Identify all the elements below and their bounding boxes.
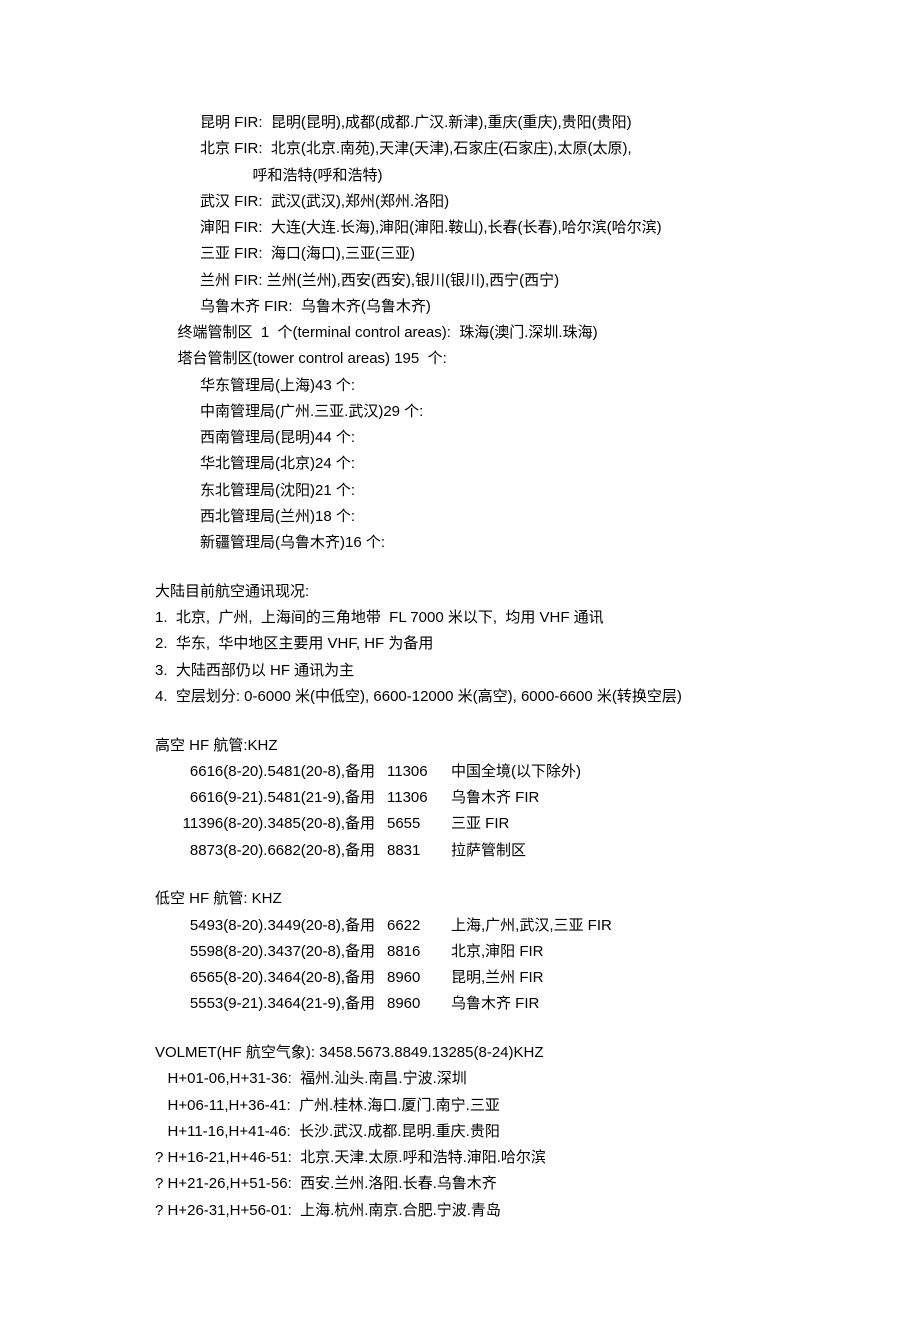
freq-col2: 11306: [387, 759, 451, 785]
freq-col2: 8960: [387, 965, 451, 991]
terminal-line: 终端管制区 1 个(terminal control areas): 珠海(澳门…: [155, 320, 765, 346]
freq-row: 5493(8-20).3449(20-8),备用 6622 上海,广州,武汉,三…: [155, 913, 765, 939]
freq-col3: 拉萨管制区: [451, 838, 765, 864]
tower-item: 华北管理局(北京)24 个:: [155, 451, 765, 477]
freq-col3: 昆明,兰州 FIR: [451, 965, 765, 991]
freq-col3: 中国全境(以下除外): [451, 759, 765, 785]
tower-item: 西北管理局(兰州)18 个:: [155, 504, 765, 530]
comm-item: 2. 华东, 华中地区主要用 VHF, HF 为备用: [155, 631, 765, 657]
freq-col1: 8873(8-20).6682(20-8),备用: [155, 838, 387, 864]
tower-item: 新疆管理局(乌鲁木齐)16 个:: [155, 530, 765, 556]
freq-col3: 乌鲁木齐 FIR: [451, 785, 765, 811]
freq-col2: 8960: [387, 991, 451, 1017]
freq-col2: 6622: [387, 913, 451, 939]
tower-title: 塔台管制区(tower control areas) 195 个:: [155, 346, 765, 372]
freq-row: 6616(8-20).5481(20-8),备用 11306 中国全境(以下除外…: [155, 759, 765, 785]
low-hf-title: 低空 HF 航管: KHZ: [155, 886, 765, 912]
freq-row: 5598(8-20).3437(20-8),备用 8816 北京,渖阳 FIR: [155, 939, 765, 965]
document-content: 昆明 FIR: 昆明(昆明),成都(成都.广汉.新津),重庆(重庆),贵阳(贵阳…: [155, 110, 765, 1224]
comm-item: 4. 空层划分: 0-6000 米(中低空), 6600-12000 米(高空)…: [155, 684, 765, 710]
freq-col2: 8816: [387, 939, 451, 965]
volmet-row: H+01-06,H+31-36: 福州.汕头.南昌.宁波.深圳: [155, 1066, 765, 1092]
volmet-row: ? H+21-26,H+51-56: 西安.兰州.洛阳.长春.乌鲁木齐: [155, 1171, 765, 1197]
volmet-row: H+11-16,H+41-46: 长沙.武汉.成都.昆明.重庆.贵阳: [155, 1119, 765, 1145]
freq-row: 6565(8-20).3464(20-8),备用 8960 昆明,兰州 FIR: [155, 965, 765, 991]
tower-item: 西南管理局(昆明)44 个:: [155, 425, 765, 451]
high-hf-title: 高空 HF 航管:KHZ: [155, 733, 765, 759]
tower-item: 华东管理局(上海)43 个:: [155, 373, 765, 399]
freq-col2: 8831: [387, 838, 451, 864]
freq-col1: 5598(8-20).3437(20-8),备用: [155, 939, 387, 965]
fir-shenyang: 渖阳 FIR: 大连(大连.长海),渖阳(渖阳.鞍山),长春(长春),哈尔滨(哈…: [155, 215, 765, 241]
freq-col1: 5493(8-20).3449(20-8),备用: [155, 913, 387, 939]
freq-col3: 乌鲁木齐 FIR: [451, 991, 765, 1017]
freq-row: 5553(9-21).3464(21-9),备用 8960 乌鲁木齐 FIR: [155, 991, 765, 1017]
fir-kunming: 昆明 FIR: 昆明(昆明),成都(成都.广汉.新津),重庆(重庆),贵阳(贵阳…: [155, 110, 765, 136]
fir-beijing-l1: 北京 FIR: 北京(北京.南苑),天津(天津),石家庄(石家庄),太原(太原)…: [155, 136, 765, 162]
tower-item: 中南管理局(广州.三亚.武汉)29 个:: [155, 399, 765, 425]
comm-title: 大陆目前航空通讯现况:: [155, 579, 765, 605]
fir-urumqi: 乌鲁木齐 FIR: 乌鲁木齐(乌鲁木齐): [155, 294, 765, 320]
freq-col1: 5553(9-21).3464(21-9),备用: [155, 991, 387, 1017]
freq-col1: 11396(8-20).3485(20-8),备用: [155, 811, 387, 837]
fir-sanya: 三亚 FIR: 海口(海口),三亚(三亚): [155, 241, 765, 267]
freq-row: 6616(9-21).5481(21-9),备用 11306 乌鲁木齐 FIR: [155, 785, 765, 811]
comm-item: 1. 北京, 广州, 上海间的三角地带 FL 7000 米以下, 均用 VHF …: [155, 605, 765, 631]
freq-col3: 三亚 FIR: [451, 811, 765, 837]
fir-wuhan: 武汉 FIR: 武汉(武汉),郑州(郑州.洛阳): [155, 189, 765, 215]
freq-col3: 北京,渖阳 FIR: [451, 939, 765, 965]
tower-item: 东北管理局(沈阳)21 个:: [155, 478, 765, 504]
fir-lanzhou: 兰州 FIR: 兰州(兰州),西安(西安),银川(银川),西宁(西宁): [155, 268, 765, 294]
comm-item: 3. 大陆西部仍以 HF 通讯为主: [155, 658, 765, 684]
volmet-row: ? H+26-31,H+56-01: 上海.杭州.南京.合肥.宁波.青岛: [155, 1198, 765, 1224]
freq-col1: 6616(9-21).5481(21-9),备用: [155, 785, 387, 811]
freq-row: 8873(8-20).6682(20-8),备用 8831 拉萨管制区: [155, 838, 765, 864]
fir-beijing-l2: 呼和浩特(呼和浩特): [155, 163, 765, 189]
freq-row: 11396(8-20).3485(20-8),备用 5655 三亚 FIR: [155, 811, 765, 837]
freq-col3: 上海,广州,武汉,三亚 FIR: [451, 913, 765, 939]
volmet-title: VOLMET(HF 航空气象): 3458.5673.8849.13285(8-…: [155, 1040, 765, 1066]
freq-col2: 11306: [387, 785, 451, 811]
freq-col2: 5655: [387, 811, 451, 837]
volmet-row: H+06-11,H+36-41: 广州.桂林.海口.厦门.南宁.三亚: [155, 1093, 765, 1119]
freq-col1: 6565(8-20).3464(20-8),备用: [155, 965, 387, 991]
volmet-row: ? H+16-21,H+46-51: 北京.天津.太原.呼和浩特.渖阳.哈尔滨: [155, 1145, 765, 1171]
freq-col1: 6616(8-20).5481(20-8),备用: [155, 759, 387, 785]
